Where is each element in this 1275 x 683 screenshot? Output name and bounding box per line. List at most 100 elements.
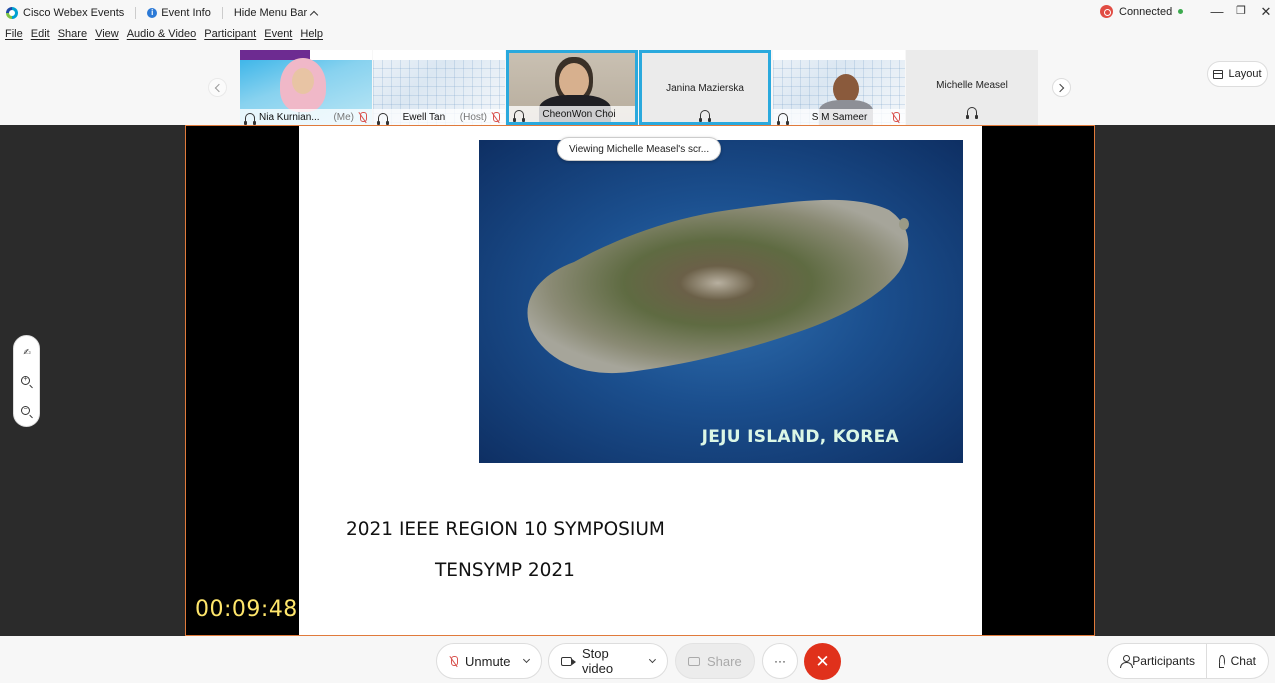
- slide-title: 2021 IEEE REGION 10 SYMPOSIUM: [346, 519, 665, 540]
- participant-name: Janina Mazierska: [666, 83, 744, 94]
- title-bar: Cisco Webex Events i Event Info Hide Men…: [0, 0, 1275, 26]
- participants-icon: [1120, 655, 1134, 668]
- mic-muted-icon: [358, 111, 367, 123]
- share-icon: [688, 656, 700, 666]
- hide-menu-bar-label: Hide Menu Bar: [233, 7, 308, 19]
- app-title: Cisco Webex Events: [0, 7, 124, 19]
- share-button[interactable]: Share: [675, 643, 755, 679]
- filmstrip-next-button[interactable]: [1052, 78, 1071, 97]
- menu-share[interactable]: Share: [58, 28, 87, 46]
- camera-icon: [561, 656, 577, 666]
- shared-screen: JEJU ISLAND, KOREA 2021 IEEE REGION 10 S…: [185, 125, 1095, 636]
- filmstrip-prev-button[interactable]: [208, 78, 227, 97]
- headset-icon: [777, 112, 789, 125]
- chevron-down-icon[interactable]: [649, 656, 657, 663]
- title-divider: [221, 7, 223, 19]
- headset-icon: [377, 112, 389, 125]
- meeting-controls: Unmute Stop video Share ··· ✕ Participan…: [0, 637, 1275, 683]
- participant-name: Nia Kurnian...: [259, 111, 320, 123]
- viewing-indicator[interactable]: Viewing Michelle Measel's scr...: [557, 137, 722, 161]
- satellite-image: JEJU ISLAND, KOREA: [479, 140, 963, 463]
- chat-icon: [1219, 655, 1225, 668]
- event-banner: [373, 50, 505, 60]
- headset-icon: [699, 110, 711, 122]
- info-icon: i: [147, 8, 158, 18]
- minimize-button[interactable]: —: [1209, 4, 1225, 19]
- annotation-toolbar: ✍ + −: [13, 335, 40, 427]
- event-banner: [773, 50, 905, 60]
- participant-name: Michelle Measel: [936, 80, 1008, 91]
- mic-muted-icon: [891, 111, 900, 123]
- chevron-down-icon[interactable]: [522, 655, 530, 664]
- stop-video-button[interactable]: Stop video: [548, 643, 668, 679]
- participant-filmstrip: Nia Kurnian... (Me) Ewell Tan (Host) Che…: [0, 50, 1275, 125]
- chevron-left-icon: [214, 83, 224, 92]
- restore-button[interactable]: ❐: [1233, 4, 1249, 17]
- participant-label: CheonWon Choi: [509, 106, 635, 122]
- participant-name: S M Sameer: [811, 111, 868, 123]
- menu-help[interactable]: Help: [300, 28, 323, 46]
- menu-bar: File Edit Share View Audio & Video Parti…: [0, 28, 323, 46]
- menu-edit[interactable]: Edit: [31, 28, 50, 46]
- participants-button[interactable]: Participants: [1107, 643, 1207, 679]
- participants-label: Participants: [1132, 654, 1195, 668]
- menu-view[interactable]: View: [95, 28, 119, 46]
- chat-button[interactable]: Chat: [1206, 643, 1269, 679]
- participant-role: (Host): [459, 111, 487, 123]
- connection-status[interactable]: Connected: [1100, 5, 1184, 18]
- slide-subtitle: TENSYMP 2021: [435, 560, 575, 581]
- session-timer: 00:09:48: [195, 597, 298, 622]
- share-label: Share: [707, 653, 742, 669]
- zoom-out-button[interactable]: −: [21, 406, 33, 418]
- participant-label: Ewell Tan (Host): [373, 109, 505, 125]
- app-name: Cisco Webex Events: [23, 7, 125, 19]
- headset-icon: [244, 112, 256, 125]
- menu-file[interactable]: File: [5, 28, 23, 46]
- chevron-right-icon: [1055, 83, 1065, 92]
- menu-event[interactable]: Event: [264, 28, 292, 46]
- layout-icon: [1213, 69, 1224, 79]
- stop-video-label: Stop video: [582, 646, 614, 676]
- annotate-icon[interactable]: ✍: [21, 347, 33, 359]
- end-meeting-button[interactable]: ✕: [804, 643, 841, 680]
- zoom-out-icon: −: [21, 406, 30, 415]
- participant-label: S M Sameer: [773, 109, 905, 125]
- more-options-button[interactable]: ···: [762, 643, 798, 679]
- zoom-in-button[interactable]: +: [21, 376, 33, 388]
- participant-tile-active[interactable]: CheonWon Choi: [506, 50, 638, 125]
- connection-status-label: Connected: [1119, 5, 1173, 18]
- unmute-label: Unmute: [465, 653, 511, 669]
- title-divider: [135, 7, 137, 19]
- layout-button[interactable]: Layout: [1207, 61, 1268, 87]
- participant-tile[interactable]: Nia Kurnian... (Me): [240, 50, 372, 125]
- chat-label: Chat: [1230, 654, 1256, 668]
- headset-icon: [966, 107, 978, 119]
- layout-label: Layout: [1228, 68, 1262, 80]
- unmute-button[interactable]: Unmute: [436, 643, 542, 679]
- participant-tile[interactable]: Michelle Measel: [906, 50, 1038, 125]
- chevron-up-icon: [309, 10, 319, 19]
- island-shape: [527, 199, 909, 374]
- zoom-in-icon: +: [21, 376, 30, 385]
- headset-icon: [699, 110, 711, 122]
- participant-name: CheonWon Choi: [542, 108, 616, 120]
- participant-tile[interactable]: Ewell Tan (Host): [373, 50, 505, 125]
- participant-face: [559, 63, 589, 99]
- headset-icon: [966, 107, 978, 119]
- close-window-button[interactable]: ✕: [1258, 4, 1274, 20]
- event-info-button[interactable]: i Event Info: [147, 7, 211, 19]
- menu-participant[interactable]: Participant: [204, 28, 256, 46]
- mic-muted-icon: [449, 655, 458, 667]
- status-dot-icon: [1178, 9, 1184, 14]
- participant-label: Nia Kurnian... (Me): [240, 109, 372, 125]
- recording-icon: [1100, 5, 1113, 18]
- hide-menu-bar-button[interactable]: Hide Menu Bar: [233, 7, 319, 19]
- presentation-slide: JEJU ISLAND, KOREA 2021 IEEE REGION 10 S…: [299, 126, 982, 635]
- participant-tile[interactable]: S M Sameer: [773, 50, 905, 125]
- event-info-label: Event Info: [161, 7, 211, 19]
- webex-logo-icon: [6, 7, 18, 19]
- participant-tile-active[interactable]: Janina Mazierska: [639, 50, 771, 125]
- menu-audio-video[interactable]: Audio & Video: [127, 28, 197, 46]
- mic-muted-icon: [491, 111, 500, 123]
- headset-icon: [513, 109, 525, 122]
